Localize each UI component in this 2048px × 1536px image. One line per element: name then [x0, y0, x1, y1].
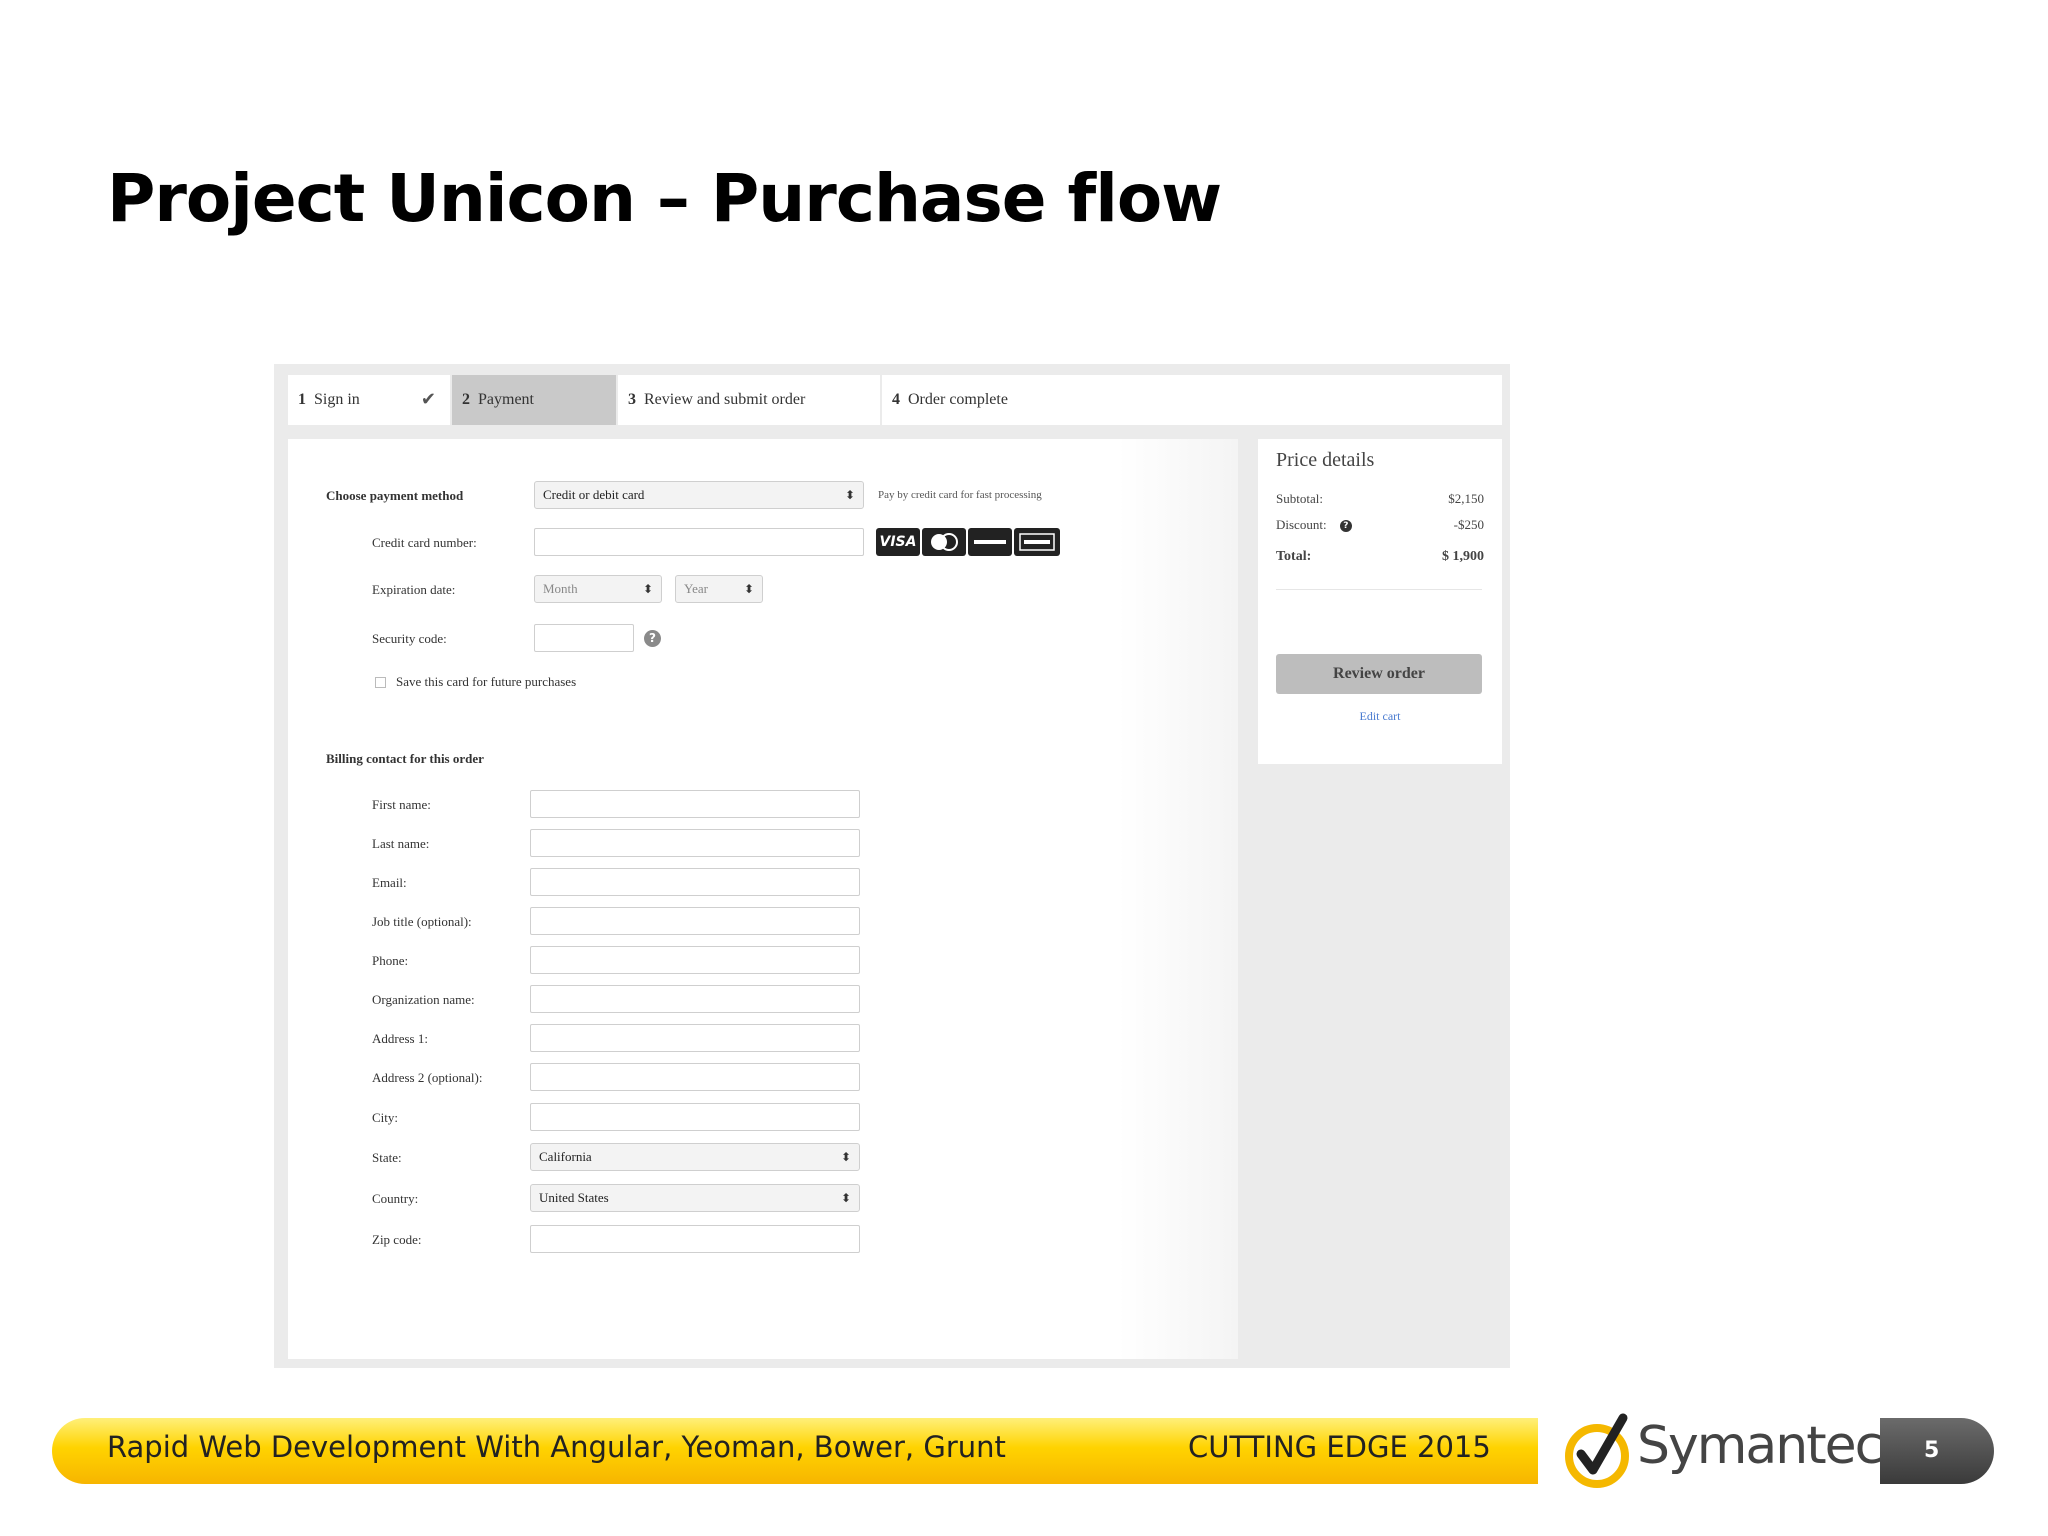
- payment-form-panel: Choose payment method Credit or debit ca…: [288, 439, 1238, 1359]
- visa-card-icon: VISA: [876, 528, 920, 556]
- step-number: 4: [892, 391, 900, 408]
- email-label: Email:: [372, 875, 407, 890]
- email-input[interactable]: [530, 868, 860, 896]
- first-name-label: First name:: [372, 797, 431, 812]
- subtotal-label: Subtotal:: [1276, 491, 1323, 506]
- zip-label: Zip code:: [372, 1232, 422, 1247]
- review-order-button[interactable]: Review order: [1276, 654, 1482, 694]
- step-number: 1: [298, 391, 306, 408]
- footer-course-title: Rapid Web Development With Angular, Yeom…: [107, 1430, 1006, 1464]
- step-label: Sign in: [314, 391, 360, 408]
- payment-method-label: Choose payment method: [326, 488, 464, 503]
- step-label: Order complete: [908, 391, 1008, 408]
- select-arrows-icon: ⬍: [743, 582, 754, 596]
- step-number: 3: [628, 391, 636, 408]
- select-arrows-icon: ⬍: [642, 582, 653, 596]
- subtotal-value: $2,150: [1448, 491, 1484, 506]
- country-label: Country:: [372, 1191, 419, 1206]
- slide-title: Project Unicon – Purchase flow: [107, 160, 1222, 237]
- organization-label: Organization name:: [372, 992, 475, 1007]
- page-number-badge: 5: [1880, 1418, 1994, 1484]
- purchase-flow-screenshot: 1 Sign in ✔ 2 Payment 3 Review and submi…: [274, 364, 1510, 1368]
- country-value: United States: [539, 1190, 609, 1205]
- country-select[interactable]: United States ⬍: [530, 1184, 860, 1212]
- payment-method-select[interactable]: Credit or debit card ⬍: [534, 481, 864, 509]
- discount-label-text: Discount:: [1276, 517, 1327, 532]
- address2-label: Address 2 (optional):: [372, 1070, 483, 1085]
- symantec-wordmark: Symantec.: [1637, 1416, 1898, 1476]
- step-label: Review and submit order: [644, 391, 806, 408]
- city-label: City:: [372, 1110, 399, 1125]
- discount-value: -$250: [1453, 517, 1484, 532]
- card-number-input[interactable]: [534, 528, 864, 556]
- info-icon[interactable]: ?: [1339, 520, 1352, 533]
- save-card-label: Save this card for future purchases: [396, 674, 577, 689]
- security-code-label: Security code:: [372, 631, 447, 646]
- save-card-checkbox[interactable]: [375, 677, 386, 688]
- step-number: 2: [462, 391, 470, 408]
- select-arrows-icon: ⬍: [840, 1191, 851, 1205]
- job-title-input[interactable]: [530, 907, 860, 935]
- phone-label: Phone:: [372, 953, 409, 968]
- checkout-steps: 1 Sign in ✔ 2 Payment 3 Review and submi…: [288, 375, 1502, 425]
- price-divider: [1276, 589, 1482, 590]
- expiration-year-select[interactable]: Year ⬍: [675, 575, 763, 603]
- month-placeholder: Month: [543, 581, 578, 596]
- organization-input[interactable]: [530, 985, 860, 1013]
- security-code-input[interactable]: [534, 624, 634, 652]
- discount-label: Discount: ?: [1276, 517, 1352, 533]
- select-arrows-icon: ⬍: [844, 488, 855, 502]
- step-order-complete[interactable]: 4 Order complete: [882, 375, 1502, 425]
- last-name-label: Last name:: [372, 836, 430, 851]
- step-label: Payment: [478, 391, 534, 408]
- state-select[interactable]: California ⬍: [530, 1143, 860, 1171]
- discover-mark: [974, 540, 1006, 544]
- city-input[interactable]: [530, 1103, 860, 1131]
- symantec-logo: Symantec.: [1563, 1410, 1898, 1490]
- mastercard-circles: [931, 533, 958, 551]
- total-value: $ 1,900: [1442, 549, 1484, 564]
- amex-card-icon: [1014, 528, 1060, 556]
- payment-method-value: Credit or debit card: [543, 487, 645, 502]
- first-name-input[interactable]: [530, 790, 860, 818]
- zip-input[interactable]: [530, 1225, 860, 1253]
- total-label: Total:: [1276, 549, 1312, 564]
- step-review-submit[interactable]: 3 Review and submit order: [618, 375, 882, 425]
- step-sign-in[interactable]: 1 Sign in ✔: [288, 375, 452, 425]
- symantec-check-icon: [1565, 1413, 1629, 1488]
- payment-method-hint: Pay by credit card for fast processing: [878, 489, 1042, 501]
- expiration-label: Expiration date:: [372, 582, 456, 597]
- panel-edge-shade: [1118, 439, 1238, 1359]
- address1-label: Address 1:: [372, 1031, 428, 1046]
- job-title-label: Job title (optional):: [372, 914, 472, 929]
- address2-input[interactable]: [530, 1063, 860, 1091]
- address1-input[interactable]: [530, 1024, 860, 1052]
- edit-cart-link[interactable]: Edit cart: [1258, 709, 1502, 724]
- discover-card-icon: [968, 528, 1012, 556]
- checkmark-icon: ✔: [420, 389, 436, 409]
- expiration-month-select[interactable]: Month ⬍: [534, 575, 662, 603]
- phone-input[interactable]: [530, 946, 860, 974]
- step-payment[interactable]: 2 Payment: [452, 375, 618, 425]
- footer-event-name: CUTTING EDGE 2015: [1188, 1430, 1491, 1464]
- card-number-label: Credit card number:: [372, 535, 477, 550]
- amex-mark: [1019, 533, 1055, 551]
- visa-text: VISA: [879, 534, 917, 550]
- year-placeholder: Year: [684, 581, 708, 596]
- help-icon[interactable]: ?: [644, 630, 661, 647]
- last-name-input[interactable]: [530, 829, 860, 857]
- price-details-panel: Price details Subtotal: $2,150 Discount:…: [1258, 439, 1502, 764]
- state-value: California: [539, 1149, 592, 1164]
- select-arrows-icon: ⬍: [840, 1150, 851, 1164]
- state-label: State:: [372, 1150, 402, 1165]
- mastercard-icon: [922, 528, 966, 556]
- price-details-title: Price details: [1276, 449, 1375, 471]
- billing-section-label: Billing contact for this order: [326, 751, 484, 766]
